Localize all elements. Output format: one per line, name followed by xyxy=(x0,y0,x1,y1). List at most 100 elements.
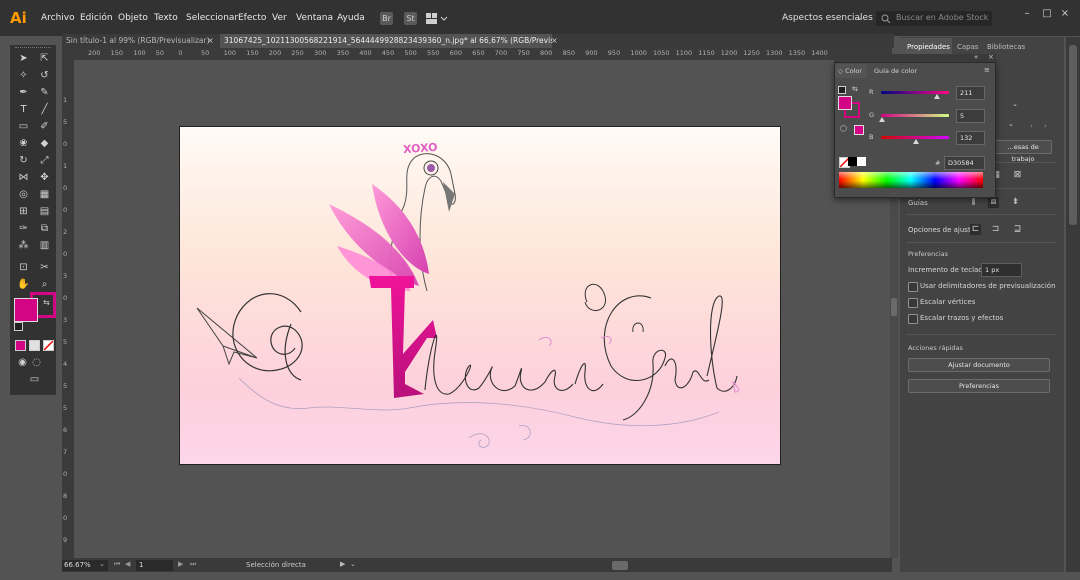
scroll-thumb[interactable] xyxy=(891,298,897,316)
mesh-tool-icon[interactable]: ⊞ xyxy=(17,205,30,218)
curvature-tool-icon[interactable]: ✎ xyxy=(38,86,51,99)
menu-efecto[interactable]: Efecto xyxy=(238,13,266,23)
slice-tool-icon[interactable]: ✂ xyxy=(38,261,51,274)
panel-scrollbar[interactable] xyxy=(1066,37,1080,572)
preferences-button[interactable]: Preferencias xyxy=(908,379,1050,393)
black-swatch[interactable] xyxy=(848,157,857,166)
fit-document-button[interactable]: Ajustar documento xyxy=(908,358,1050,372)
color-panel-titlebar[interactable] xyxy=(834,54,996,62)
prev-icon[interactable]: ‹ xyxy=(1030,122,1033,130)
menu-texto[interactable]: Texto xyxy=(154,13,178,23)
tab-close-icon[interactable]: × xyxy=(551,34,558,48)
pixel-grid-icon[interactable]: ⊠ xyxy=(1012,170,1023,181)
menu-ventana[interactable]: Ventana xyxy=(296,13,333,23)
chevron-down-icon[interactable]: ⌄ xyxy=(1008,120,1020,130)
arrange-documents-icon[interactable] xyxy=(426,12,448,25)
minimize-icon[interactable]: – xyxy=(1020,7,1034,21)
tab-flamingirl-jpg[interactable]: 31067425_1021130056822191​4_564444992882… xyxy=(220,34,552,48)
status-menu-icon[interactable]: ⌄ xyxy=(350,560,356,568)
swap-colors-icon[interactable]: ⇆ xyxy=(852,85,858,93)
hand-tool-icon[interactable]: ✋ xyxy=(17,278,30,291)
guides-lock-icon[interactable]: ⧈ xyxy=(988,197,999,208)
close-icon[interactable]: × xyxy=(988,53,994,61)
red-slider-thumb[interactable] xyxy=(934,94,941,99)
guides-show-icon[interactable]: ⫼ xyxy=(968,197,979,208)
last-artboard-icon[interactable]: ⏭ xyxy=(190,560,196,569)
menu-ayuda[interactable]: Ayuda xyxy=(337,13,365,23)
type-tool-icon[interactable]: T xyxy=(17,103,30,116)
width-tool-icon[interactable]: ⋈ xyxy=(17,171,30,184)
collapse-icon[interactable]: « xyxy=(974,53,978,61)
shape-builder-icon[interactable]: ◎ xyxy=(17,188,30,201)
paintbrush-icon[interactable]: ✐ xyxy=(38,120,51,133)
web-safe-swatch[interactable] xyxy=(854,125,864,135)
snap-to-point-icon[interactable]: ⊏ xyxy=(970,224,981,235)
stock-search-input[interactable]: Buscar en Adobe Stock xyxy=(876,11,992,26)
scale-strokes-checkbox[interactable] xyxy=(908,314,918,324)
smart-guides-icon[interactable]: ⇟ xyxy=(1010,197,1021,208)
selection-tool-icon[interactable]: ➤ xyxy=(17,52,30,65)
swap-colors-icon[interactable]: ⇆ xyxy=(43,298,50,307)
flamingo-artwork[interactable]: XOXO xyxy=(179,126,780,464)
panel-menu-icon[interactable]: ≡ xyxy=(984,66,990,74)
menu-edicion[interactable]: Edición xyxy=(80,13,113,23)
white-swatch[interactable] xyxy=(857,157,866,166)
pen-tool-icon[interactable]: ✒ xyxy=(17,86,30,99)
default-colors-icon[interactable] xyxy=(14,322,23,331)
stock-icon[interactable]: St xyxy=(404,12,417,25)
rectangle-tool-icon[interactable]: ▭ xyxy=(17,120,30,133)
line-tool-icon[interactable]: ╱ xyxy=(38,103,51,116)
draw-mode-icon[interactable]: ◉ xyxy=(16,356,29,369)
color-mode-icon[interactable] xyxy=(15,340,26,351)
artboard-tool-icon[interactable]: ⊡ xyxy=(17,261,30,274)
chevron-down-icon[interactable]: ⌄ xyxy=(856,13,863,22)
scale-tool-icon[interactable]: ⤢ xyxy=(38,154,51,167)
artboard-number-field[interactable]: 1 xyxy=(136,560,173,571)
draw-behind-icon[interactable]: ◌ xyxy=(30,356,43,369)
prev-artboard-icon[interactable]: ◀ xyxy=(125,560,130,568)
tab-properties[interactable]: Propiedades xyxy=(907,43,950,51)
column-graph-icon[interactable]: ▥ xyxy=(38,239,51,252)
status-play-icon[interactable]: ▶ xyxy=(340,560,345,568)
panel-scroll-thumb[interactable] xyxy=(1069,45,1077,225)
keyboard-increment-input[interactable]: 1 px xyxy=(981,263,1022,277)
red-value-input[interactable]: 211 xyxy=(956,86,985,100)
chevron-down-icon[interactable]: ⌄ xyxy=(1012,100,1020,110)
snap-to-pixel-icon[interactable]: ⊒ xyxy=(1012,224,1023,235)
next-artboard-icon[interactable]: ▶ xyxy=(178,560,183,568)
symbol-sprayer-icon[interactable]: ⁂ xyxy=(17,239,30,252)
none-mode-icon[interactable] xyxy=(43,340,54,351)
bridge-icon[interactable]: Br xyxy=(380,12,393,25)
green-slider-thumb[interactable] xyxy=(879,117,886,122)
perspective-grid-icon[interactable]: ▦ xyxy=(38,188,51,201)
tab-color-guide[interactable]: Guía de color xyxy=(874,67,917,75)
maximize-icon[interactable]: □ xyxy=(1040,7,1054,21)
direct-selection-tool-icon[interactable]: ⇱ xyxy=(38,52,51,65)
snap-to-grid-icon[interactable]: ⊐ xyxy=(990,224,1001,235)
green-value-input[interactable]: 5 xyxy=(956,109,985,123)
shaper-tool-icon[interactable]: ❀ xyxy=(17,137,30,150)
menu-seleccionar[interactable]: Seleccionar xyxy=(186,13,238,23)
gradient-tool-icon[interactable]: ▤ xyxy=(38,205,51,218)
hex-value-input[interactable]: D30584 xyxy=(944,156,985,170)
edit-artboards-button[interactable]: …esas de trabajo xyxy=(994,140,1052,163)
scale-corners-checkbox[interactable] xyxy=(908,298,918,308)
tab-untitled[interactable]: Sin título-1 al 99% (RGB/Previsualizar) xyxy=(62,34,216,48)
magic-wand-icon[interactable]: ✧ xyxy=(17,69,30,82)
fill-swatch[interactable] xyxy=(14,298,38,322)
first-artboard-icon[interactable]: ⏮ xyxy=(114,560,120,569)
lasso-icon[interactable]: ↺ xyxy=(38,69,51,82)
close-icon[interactable]: × xyxy=(1058,7,1072,21)
blue-slider-thumb[interactable] xyxy=(913,139,920,144)
panel-fill-swatch[interactable] xyxy=(838,96,852,110)
screen-mode-icon[interactable]: ▭ xyxy=(28,373,41,386)
default-colors-icon[interactable] xyxy=(838,86,846,94)
eyedropper-icon[interactable]: ✑ xyxy=(17,222,30,235)
tab-close-icon[interactable]: × xyxy=(207,34,214,48)
chevron-down-icon[interactable]: ⌄ xyxy=(99,560,105,568)
tab-libraries[interactable]: Bibliotecas xyxy=(987,43,1025,51)
menu-ver[interactable]: Ver xyxy=(272,13,287,23)
puppet-warp-icon[interactable]: ✥ xyxy=(38,171,51,184)
green-slider[interactable] xyxy=(881,114,949,117)
rotate-tool-icon[interactable]: ↻ xyxy=(17,154,30,167)
